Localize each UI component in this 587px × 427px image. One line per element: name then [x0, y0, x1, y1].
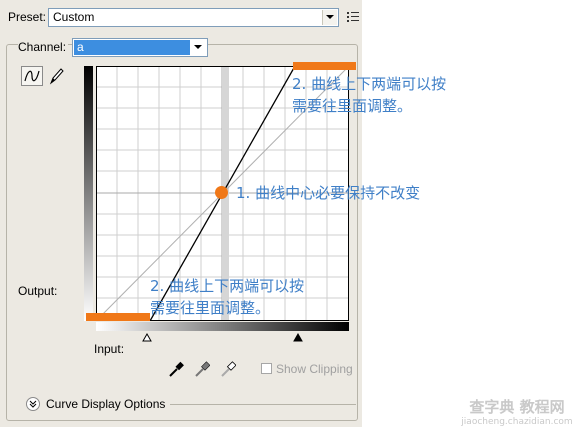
show-clipping-checkbox[interactable] [261, 363, 272, 374]
curve-display-options-label: Curve Display Options [46, 397, 166, 411]
input-gradient-bar [96, 322, 349, 331]
panel-menu-icon[interactable] [347, 10, 360, 24]
pencil-tool-button[interactable] [47, 66, 65, 86]
pencil-icon [49, 68, 64, 85]
channel-value: a [77, 40, 84, 54]
input-label: Input: [94, 342, 125, 356]
divider [170, 404, 356, 405]
chevron-down-icon[interactable] [191, 40, 206, 55]
curves-panel: Preset: Custom Channel: a Output: Input:… [0, 0, 362, 427]
expand-options-button[interactable] [26, 397, 40, 411]
channel-label: Channel: [18, 40, 69, 54]
annotation-top-right: 2. 曲线上下两端可以按 需要往里面调整。 [292, 75, 447, 115]
white-point-slider[interactable] [142, 333, 152, 342]
gray-eyedropper-icon[interactable] [194, 360, 210, 378]
black-point-slider[interactable] [293, 333, 303, 342]
annotation-bottom-left: 2. 曲线上下两端可以按 需要往里面调整。 [150, 277, 305, 317]
chevron-down-icon [29, 400, 37, 408]
bottom-endpoint-marker [86, 313, 150, 321]
channel-dropdown[interactable]: a [72, 38, 208, 57]
preset-dropdown[interactable]: Custom [48, 8, 339, 27]
curve-tool-icon [24, 70, 40, 82]
preset-value: Custom [53, 10, 95, 24]
output-label: Output: [18, 284, 58, 298]
output-gradient-bar [84, 66, 93, 321]
center-point-marker [215, 186, 228, 199]
show-clipping-label: Show Clipping [276, 362, 353, 376]
preset-label: Preset: [8, 10, 47, 24]
watermark: 查字典 教程网 jiaocheng.chazidian.com [461, 398, 573, 427]
annotation-center: 1. 曲线中心必要保持不改变 [236, 184, 421, 202]
top-endpoint-marker [293, 62, 356, 70]
black-eyedropper-icon[interactable] [168, 360, 184, 378]
chevron-down-icon[interactable] [322, 10, 337, 25]
channel-selection-highlight [74, 40, 190, 55]
white-eyedropper-icon[interactable] [220, 360, 236, 378]
curve-tool-button[interactable] [21, 66, 43, 86]
